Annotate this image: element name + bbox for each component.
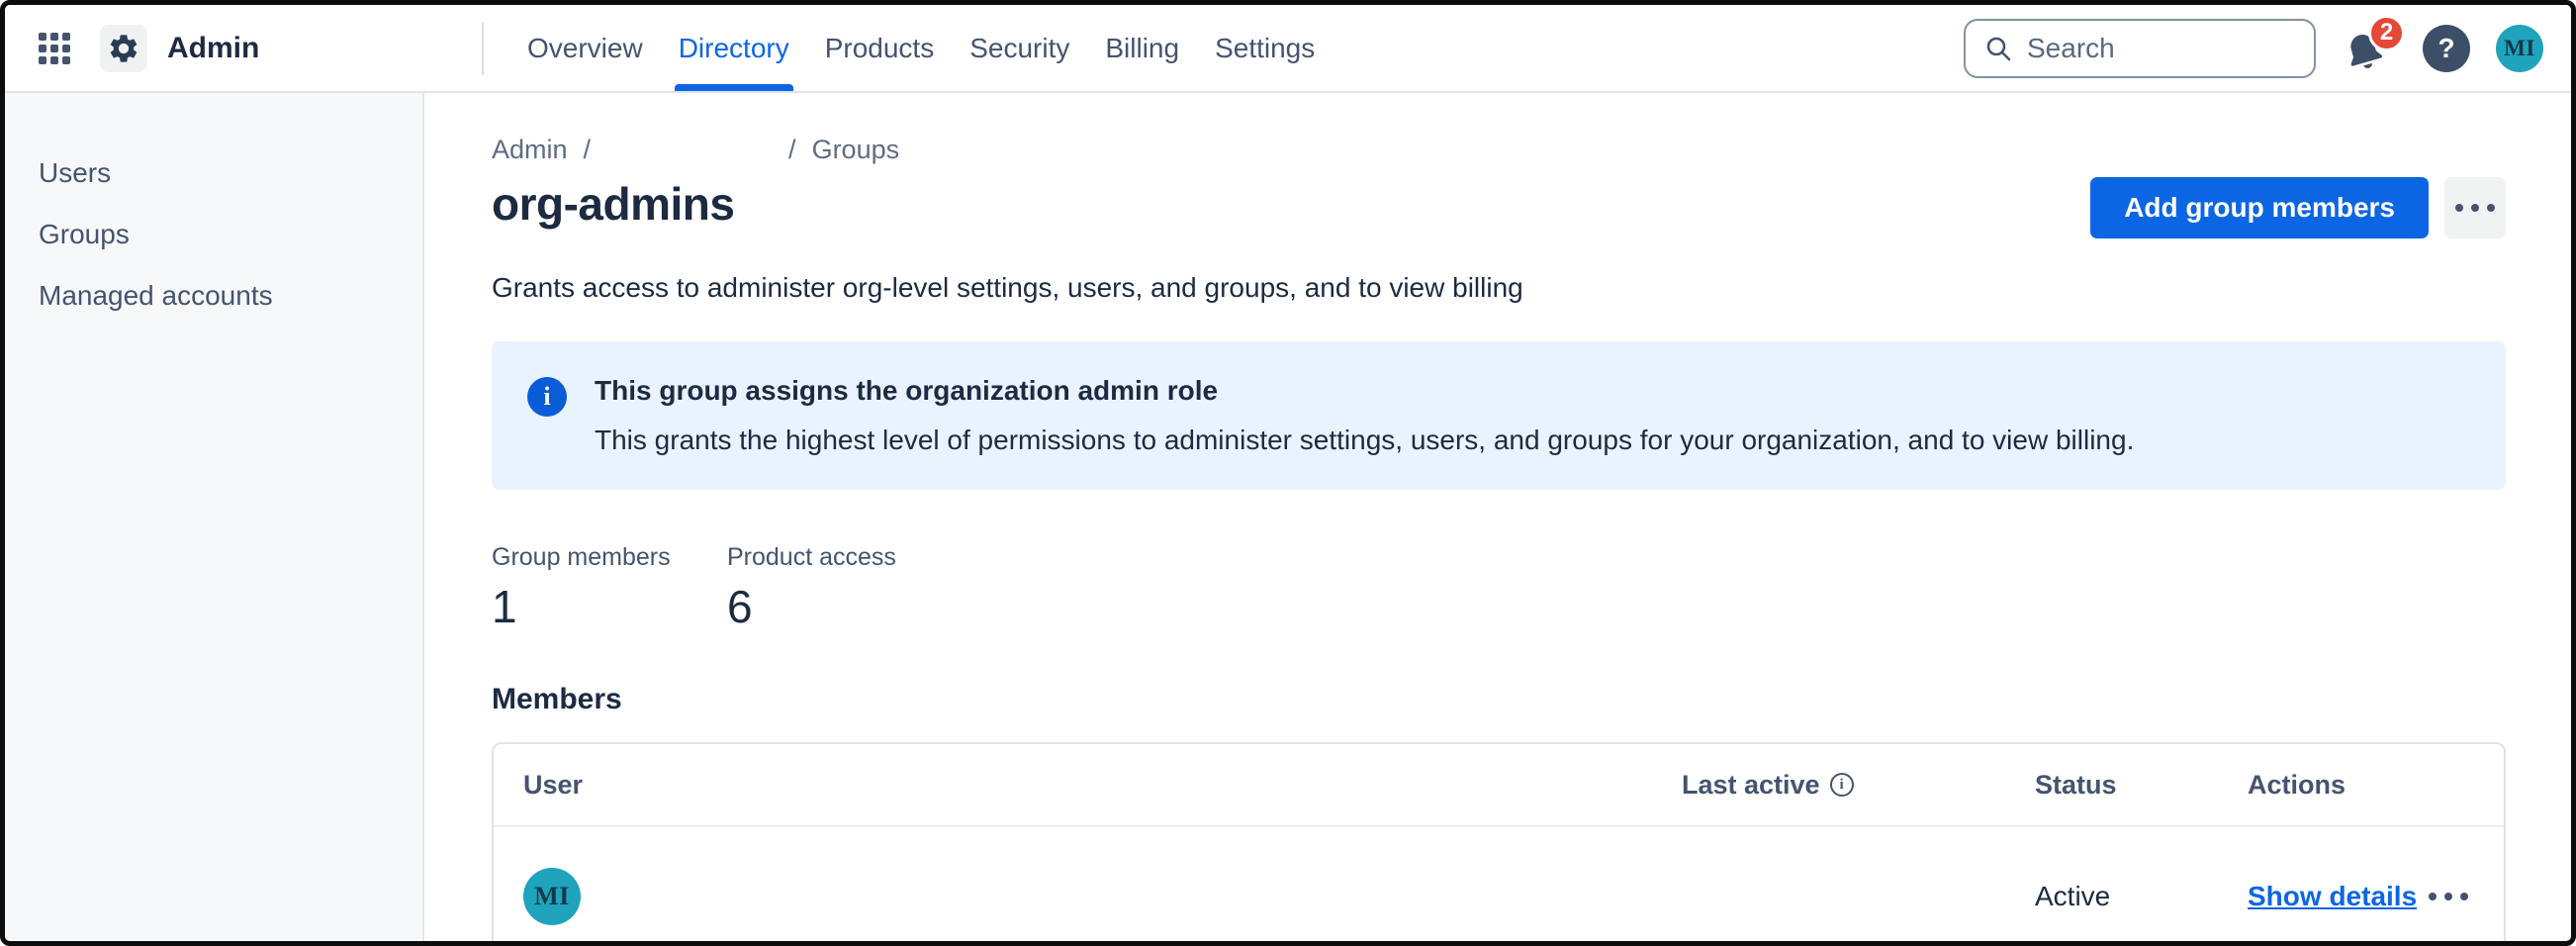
- top-bar-left: Admin: [35, 5, 482, 91]
- breadcrumb-separator: /: [788, 135, 796, 165]
- stat-label: Product access: [727, 543, 963, 572]
- page-title: org-admins: [492, 177, 734, 231]
- breadcrumb-admin[interactable]: Admin: [492, 135, 568, 165]
- top-bar: Admin Overview Directory Products Securi…: [5, 5, 2571, 93]
- status-cell: Active: [2035, 881, 2248, 912]
- breadcrumb: Admin / / Groups: [492, 135, 2506, 165]
- admin-logo[interactable]: [100, 25, 147, 72]
- app-switcher-button[interactable]: [35, 29, 74, 68]
- stats-row: Group members 1 Product access 6: [492, 543, 2506, 633]
- title-row: org-admins Add group members: [492, 177, 2506, 238]
- page-description: Grants access to administer org-level se…: [492, 272, 2506, 304]
- more-icon: [2471, 204, 2479, 212]
- stat-group-members: Group members 1: [492, 543, 727, 633]
- search-placeholder: Search: [2027, 33, 2115, 64]
- user-cell: MI: [523, 868, 1682, 925]
- add-group-members-button[interactable]: Add group members: [2090, 177, 2429, 238]
- sidebar-item-groups[interactable]: Groups: [5, 204, 422, 265]
- header-divider: [482, 22, 484, 75]
- column-header-status: Status: [2035, 770, 2248, 801]
- search-input[interactable]: Search: [1964, 19, 2316, 78]
- product-title: Admin: [167, 32, 259, 65]
- member-avatar[interactable]: MI: [523, 868, 581, 925]
- page-actions: Add group members: [2090, 177, 2506, 238]
- stat-product-access: Product access 6: [727, 543, 963, 633]
- more-icon: [2487, 204, 2495, 212]
- banner-title: This group assigns the organization admi…: [595, 375, 2134, 407]
- help-button[interactable]: ?: [2423, 25, 2470, 72]
- notification-badge: 2: [2368, 15, 2405, 51]
- sidebar: Users Groups Managed accounts: [5, 93, 424, 941]
- info-icon: i: [527, 377, 567, 417]
- column-header-last-active: Last active i: [1682, 770, 2035, 801]
- actions-cell: Show details: [2248, 881, 2504, 912]
- tab-security[interactable]: Security: [952, 5, 1087, 91]
- members-table: User Last active i Status Actions MI Act…: [492, 742, 2506, 941]
- info-banner: i This group assigns the organization ad…: [492, 341, 2506, 490]
- breadcrumb-groups[interactable]: Groups: [812, 135, 900, 165]
- banner-body: This grants the highest level of permiss…: [595, 425, 2134, 456]
- notifications-button[interactable]: 2: [2342, 19, 2397, 78]
- main-content: Admin / / Groups org-admins Add group me…: [424, 93, 2571, 941]
- more-icon: [2460, 893, 2468, 900]
- more-icon: [2455, 204, 2463, 212]
- members-heading: Members: [492, 683, 2506, 716]
- content-area: Users Groups Managed accounts Admin / / …: [5, 93, 2571, 941]
- breadcrumb-separator: /: [584, 135, 592, 165]
- stat-label: Group members: [492, 543, 727, 572]
- question-mark-icon: ?: [2438, 33, 2454, 64]
- table-header-row: User Last active i Status Actions: [494, 744, 2504, 827]
- row-more-actions-button[interactable]: [2421, 885, 2476, 908]
- tab-settings[interactable]: Settings: [1197, 5, 1333, 91]
- tab-billing[interactable]: Billing: [1087, 5, 1197, 91]
- show-details-link[interactable]: Show details: [2248, 881, 2417, 912]
- gear-icon: [107, 32, 140, 65]
- stat-value: 1: [492, 580, 727, 633]
- more-icon: [2444, 893, 2452, 900]
- more-icon: [2429, 893, 2437, 900]
- grid-icon: [37, 31, 72, 66]
- sidebar-item-users[interactable]: Users: [5, 142, 422, 204]
- column-header-actions: Actions: [2248, 770, 2504, 801]
- banner-text: This group assigns the organization admi…: [595, 375, 2134, 456]
- user-avatar[interactable]: MI: [2496, 25, 2543, 72]
- sidebar-item-managed-accounts[interactable]: Managed accounts: [5, 265, 422, 327]
- tab-products[interactable]: Products: [807, 5, 953, 91]
- primary-nav: Overview Directory Products Security Bil…: [509, 5, 1333, 91]
- search-icon: [1983, 34, 2013, 63]
- app-window: Admin Overview Directory Products Securi…: [0, 0, 2576, 946]
- column-header-user: User: [523, 770, 1682, 801]
- table-row: MI Active Show details: [494, 827, 2504, 941]
- stat-value: 6: [727, 580, 963, 633]
- page-more-actions-button[interactable]: [2444, 177, 2506, 238]
- top-bar-right: Search 2 ? MI: [1964, 5, 2543, 91]
- last-active-info-icon[interactable]: i: [1830, 773, 1854, 797]
- tab-directory[interactable]: Directory: [661, 5, 807, 91]
- tab-overview[interactable]: Overview: [509, 5, 661, 91]
